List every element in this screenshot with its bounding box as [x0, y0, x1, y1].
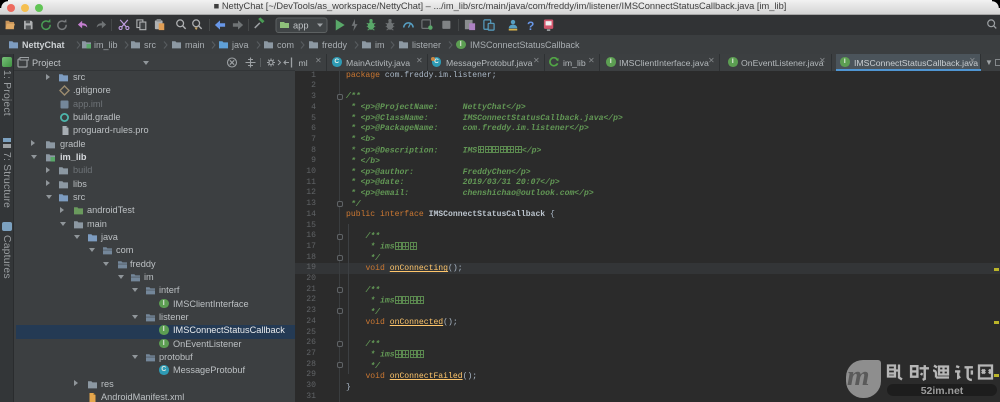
svg-text:?: ?: [527, 19, 534, 33]
svg-text:app: app: [293, 21, 309, 31]
